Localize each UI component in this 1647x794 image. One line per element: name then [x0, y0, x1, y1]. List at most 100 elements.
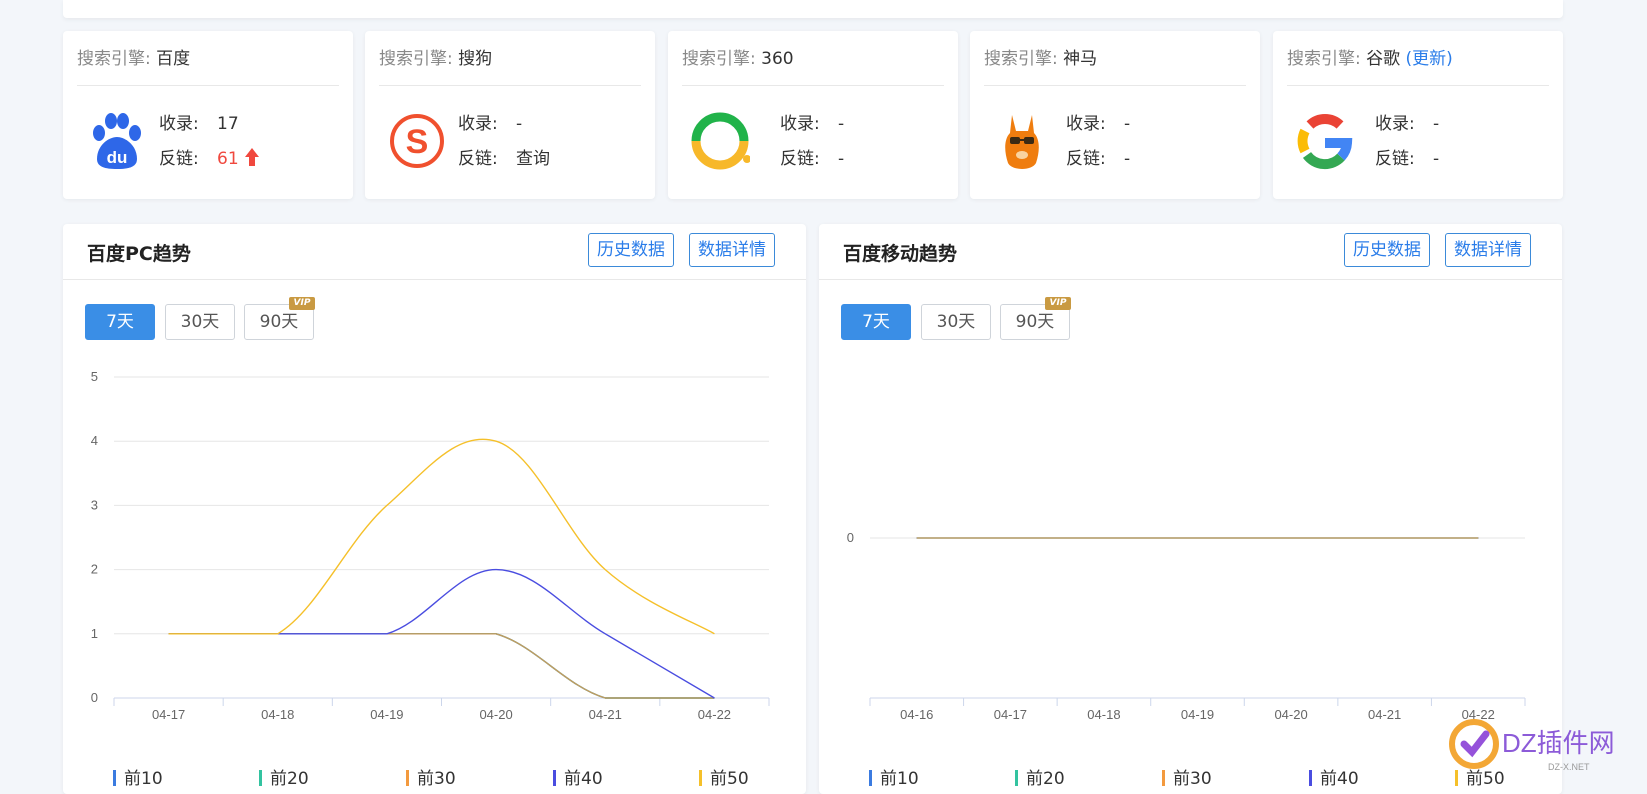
- baidu-pc-trend-chart: 0 1 2 3 4 5 04-17 04-18 04-19 04-20 04-21 04-22: [91, 369, 770, 722]
- engine-name: 百度: [156, 49, 191, 69]
- index-label: 收录:: [1066, 114, 1106, 134]
- y-tick-label: 2: [91, 562, 98, 577]
- engine-label: 搜索引擎:: [682, 49, 756, 69]
- backlink-label: 反链:: [1066, 149, 1106, 169]
- y-tick-label: 0: [91, 690, 98, 705]
- x-tick-label: 04-19: [1181, 707, 1214, 722]
- legend-label: 前50: [710, 769, 749, 789]
- y-tick-label: 5: [91, 369, 98, 384]
- legend-item-top30[interactable]: 前30: [1162, 764, 1212, 789]
- backlink-stat: 反链: -: [1375, 144, 1439, 169]
- engine-label: 搜索引擎:: [984, 49, 1058, 69]
- legend-item-top10[interactable]: 前10: [113, 764, 163, 789]
- index-stat: 收录: -: [780, 109, 844, 134]
- backlink-label: 反链:: [458, 149, 498, 169]
- legend-item-top50[interactable]: 前50: [699, 764, 749, 789]
- legend-label: 前20: [1026, 769, 1065, 789]
- index-value: -: [1124, 114, 1131, 134]
- engine-label: 搜索引擎:: [1287, 49, 1361, 69]
- engine-card-google: 搜索引擎: 谷歌 (更新) 收录: - 反链: -: [1273, 31, 1563, 199]
- backlink-label: 反链:: [780, 149, 820, 169]
- y-tick-label: 0: [847, 530, 854, 545]
- legend-label: 前30: [1173, 769, 1212, 789]
- engine-card-shenma: 搜索引擎: 神马 收录: - 反链: -: [970, 31, 1260, 199]
- card-header: 搜索引擎: 百度: [77, 31, 339, 86]
- backlink-stat: 反链: 查询: [458, 144, 550, 169]
- shenma-logo-icon: [1005, 115, 1039, 169]
- legend-label: 前20: [270, 769, 309, 789]
- y-tick-label: 3: [91, 497, 98, 512]
- backlink-value: -: [1124, 149, 1131, 169]
- backlink-value: -: [838, 149, 845, 169]
- legend-item-top20[interactable]: 前20: [259, 764, 309, 789]
- 360-logo-icon: [691, 112, 750, 170]
- card-header: 搜索引擎: 神马: [984, 31, 1246, 86]
- index-stat: 收录: -: [1375, 109, 1439, 134]
- svg-text:du: du: [107, 148, 128, 167]
- x-tick-label: 04-21: [1368, 707, 1401, 722]
- legend-label: 前10: [124, 769, 163, 789]
- engine-name: 谷歌: [1366, 49, 1401, 69]
- legend-label: 前10: [880, 769, 919, 789]
- backlink-value[interactable]: 61: [217, 149, 239, 169]
- engine-card-360: 搜索引擎: 360 收录: - 反链: -: [668, 31, 958, 199]
- x-tick-label: 04-17: [994, 707, 1027, 722]
- engine-card-sogou: 搜索引擎: 搜狗 S 收录: - 反链: 查询: [365, 31, 655, 199]
- x-tick-label: 04-19: [370, 707, 403, 722]
- legend-item-top40[interactable]: 前40: [1309, 764, 1359, 789]
- index-label: 收录:: [1375, 114, 1415, 134]
- backlink-value: -: [1433, 149, 1440, 169]
- index-value: -: [516, 114, 523, 134]
- index-value: 17: [217, 114, 239, 134]
- watermark-brand: DZ插件网: [1502, 728, 1615, 758]
- legend-item-top30[interactable]: 前30: [406, 764, 456, 789]
- index-label: 收录:: [159, 114, 199, 134]
- engine-name: 搜狗: [458, 49, 493, 69]
- engine-name: 360: [761, 49, 794, 69]
- backlink-stat: 反链: -: [1066, 144, 1130, 169]
- card-header: 搜索引擎: 360: [682, 31, 944, 86]
- x-tick-label: 04-22: [698, 707, 731, 722]
- series-line-前30: [168, 633, 715, 699]
- top-panel-edge: [63, 0, 1563, 18]
- index-stat: 收录: 17: [159, 109, 239, 134]
- x-tick-label: 04-17: [152, 707, 185, 722]
- x-tick-label: 04-20: [479, 707, 512, 722]
- card-header: 搜索引擎: 谷歌 (更新): [1287, 31, 1549, 86]
- series-line-前50: [168, 438, 715, 635]
- engine-name: 神马: [1063, 49, 1098, 69]
- backlink-label: 反链:: [1375, 149, 1415, 169]
- baidu-mobile-trend-panel: 百度移动趋势 历史数据 数据详情 7天 30天 90天 VIP 0 04-16 04-…: [819, 224, 1562, 794]
- index-stat: 收录: -: [458, 109, 522, 134]
- backlink-query-link[interactable]: 查询: [516, 149, 550, 169]
- baidu-logo-icon: du: [93, 113, 141, 169]
- baidu-mobile-trend-chart: 004-16 04-17 04-18 04-19 04-20 04-21 04-22: [847, 530, 1526, 722]
- backlink-stat: 反链: 61: [159, 144, 260, 169]
- x-tick-label: 04-16: [900, 707, 933, 722]
- x-tick-label: 04-18: [261, 707, 294, 722]
- x-tick-label: 04-20: [1274, 707, 1307, 722]
- dz-plugin-watermark: DZ插件网 DZ-X.NET: [1449, 719, 1615, 772]
- index-value: -: [838, 114, 845, 134]
- google-update-link[interactable]: (更新): [1406, 49, 1453, 69]
- baidu-pc-trend-panel: 百度PC趋势 历史数据 数据详情 7天 30天 90天 VIP 0 1 2 3 4 5 04-…: [63, 224, 806, 794]
- legend-item-top10[interactable]: 前10: [869, 764, 919, 789]
- legend-label: 前40: [564, 769, 603, 789]
- engine-card-baidu: 搜索引擎: 百度 du 收录: 17 反链: 61: [63, 31, 353, 199]
- sogou-logo-icon: S: [390, 114, 444, 168]
- engine-label: 搜索引擎:: [379, 49, 453, 69]
- x-tick-label: 04-21: [589, 707, 622, 722]
- index-label: 收录:: [458, 114, 498, 134]
- index-stat: 收录: -: [1066, 109, 1130, 134]
- legend-label: 前30: [417, 769, 456, 789]
- backlink-label: 反链:: [159, 149, 199, 169]
- index-value: -: [1433, 114, 1440, 134]
- legend-item-top20[interactable]: 前20: [1015, 764, 1065, 789]
- y-tick-label: 1: [91, 626, 98, 641]
- legend-item-top40[interactable]: 前40: [553, 764, 603, 789]
- series-line-前20: [168, 633, 715, 699]
- svg-text:S: S: [406, 123, 429, 161]
- backlink-stat: 反链: -: [780, 144, 844, 169]
- engine-label: 搜索引擎:: [77, 49, 151, 69]
- google-logo-icon: [1297, 114, 1353, 170]
